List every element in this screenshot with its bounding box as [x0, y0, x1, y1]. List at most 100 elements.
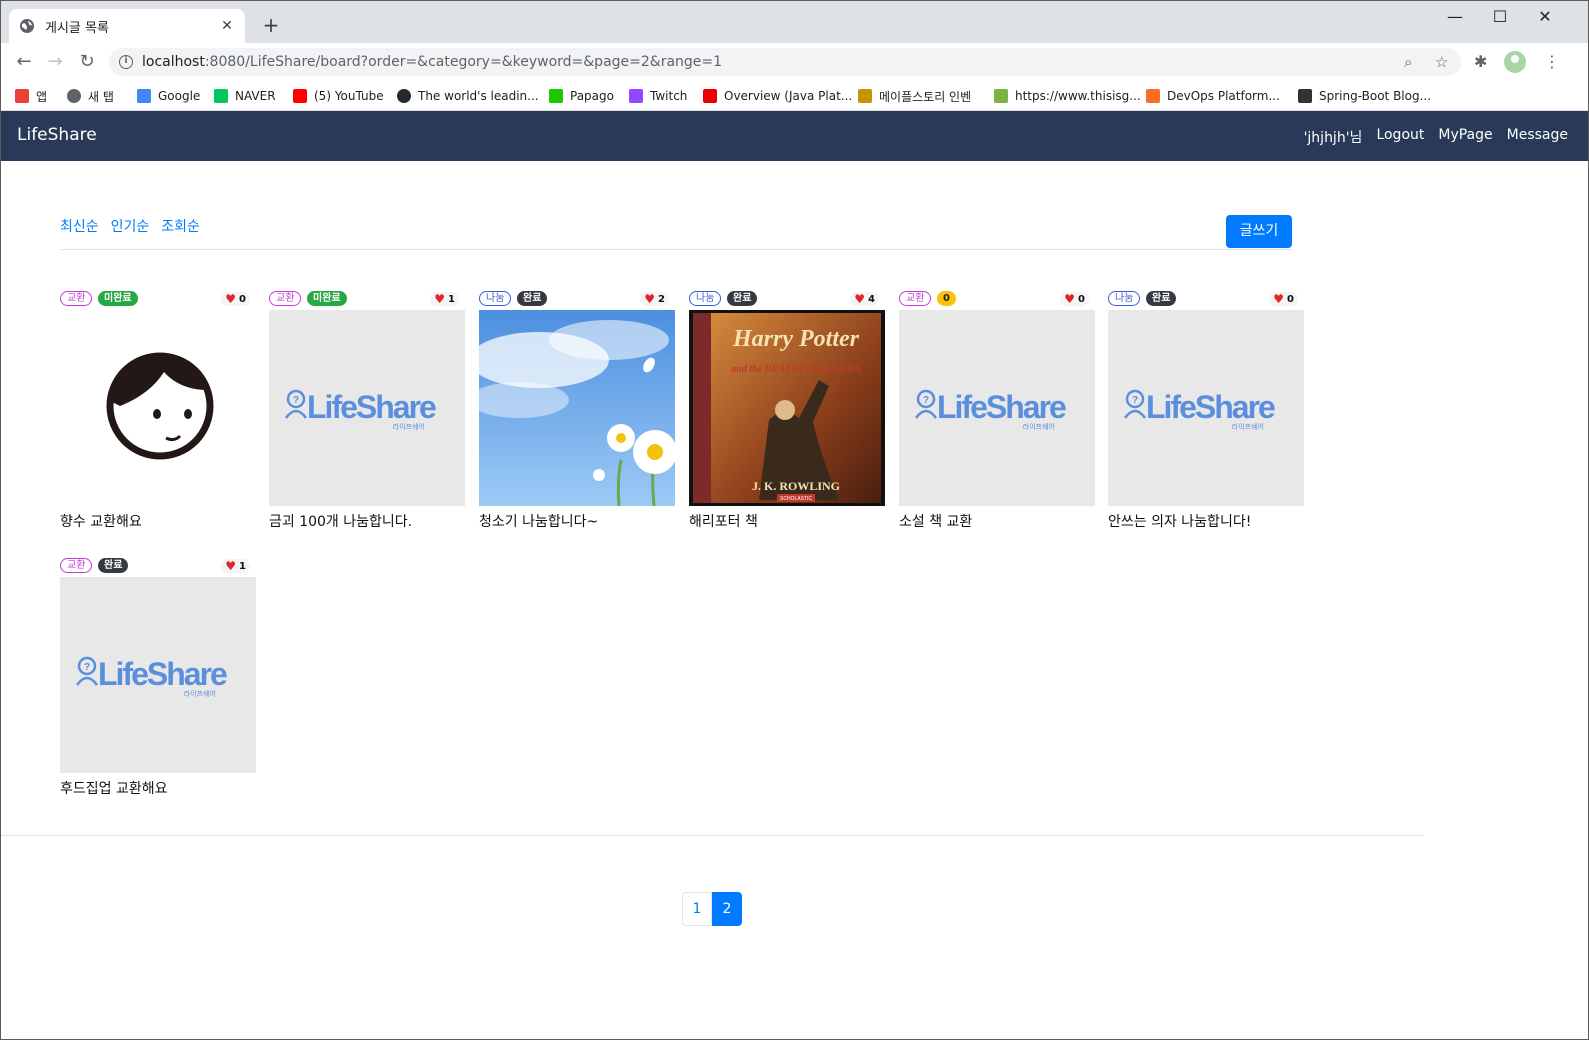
github-icon — [397, 89, 411, 103]
like-count-value: 0 — [239, 293, 246, 305]
new-tab-icon[interactable]: + — [259, 13, 283, 37]
post-title[interactable]: 청소기 나눔합니다~ — [479, 511, 675, 531]
svg-text:?: ? — [923, 395, 929, 406]
bookmark-item[interactable]: Overview (Java Plat... — [703, 85, 852, 107]
youtube-icon — [293, 89, 307, 103]
post-title[interactable]: 해리포터 책 — [689, 511, 885, 531]
bookmark-item[interactable]: Papago — [549, 85, 614, 107]
zoom-icon[interactable]: ⌕ — [1404, 53, 1412, 71]
close-window-icon[interactable]: ✕ — [1530, 7, 1560, 26]
post-card[interactable]: 교환 미완료 ♥ 1 ? LifeShare 라이프쉐어 금괴 100개 나눔합니… — [269, 290, 465, 531]
post-thumbnail[interactable]: ? LifeShare 라이프쉐어 — [60, 577, 256, 773]
like-count: ♥ 0 — [1269, 292, 1298, 306]
post-title[interactable]: 향수 교환해요 — [60, 511, 256, 531]
like-count-value: 4 — [868, 293, 875, 305]
post-title[interactable]: 후드집업 교환해요 — [60, 778, 256, 798]
close-tab-icon[interactable]: ✕ — [219, 18, 235, 34]
sort-latest-link[interactable]: 최신순 — [60, 216, 99, 236]
lifeshare-logo-icon: ? LifeShare 라이프쉐어 — [76, 656, 229, 698]
status-badge: 0 — [937, 291, 956, 306]
browser-toolbar: ← → ↻ i localhost:8080/LifeShare/board?o… — [1, 43, 1588, 81]
page-link-1[interactable]: 1 — [682, 892, 712, 926]
svg-text:SCHOLASTIC: SCHOLASTIC — [780, 496, 812, 502]
bookmark-label: Overview (Java Plat... — [724, 89, 853, 103]
bookmark-item[interactable]: DevOps Platform... — [1146, 85, 1280, 107]
post-thumbnail[interactable]: ? LifeShare 라이프쉐어 — [269, 310, 465, 506]
bookmark-item[interactable]: 메이플스토리 인벤 — [858, 85, 971, 107]
bookmark-item[interactable]: Twitch — [629, 85, 687, 107]
bookmark-item[interactable]: Google — [137, 85, 200, 107]
sky-flowers-image — [479, 310, 675, 506]
sort-views-link[interactable]: 조회순 — [161, 216, 200, 236]
mypage-link[interactable]: MyPage — [1438, 127, 1492, 147]
site-navbar: LifeShare 'jhjhjh'님 Logout MyPage Messag… — [1, 111, 1588, 161]
post-thumbnail[interactable]: Harry Potter and the DEATHLY HALLOWS J. … — [689, 310, 885, 506]
profile-avatar-icon[interactable] — [1504, 51, 1526, 73]
sort-popular-link[interactable]: 인기순 — [111, 216, 150, 236]
brand-link[interactable]: LifeShare — [17, 125, 97, 145]
bookmark-label: 앱 — [36, 89, 48, 104]
post-card-header: 교환 0 ♥ 0 — [899, 290, 1095, 310]
write-post-button[interactable]: 글쓰기 — [1226, 215, 1292, 248]
post-thumbnail[interactable] — [479, 310, 675, 506]
site-info-icon[interactable]: i — [119, 55, 133, 69]
bookmark-label: Spring-Boot Blog... — [1319, 89, 1432, 103]
menu-kebab-icon[interactable]: ⋮ — [1544, 52, 1560, 71]
bookmark-item[interactable]: (5) YouTube — [293, 85, 384, 107]
svg-text:LifeShare: LifeShare — [1146, 389, 1275, 425]
maximize-icon[interactable]: ☐ — [1485, 7, 1515, 26]
post-card[interactable]: 나눔 완료 ♥ 4 Harry Potter and the DEATHLY HA… — [689, 290, 885, 531]
post-card[interactable]: 나눔 완료 ♥ 0 ? LifeShare 라이프쉐어 안쓰는 의자 나눔합니다! — [1108, 290, 1304, 531]
svg-text:LifeShare: LifeShare — [937, 389, 1066, 425]
url-text[interactable]: localhost:8080/LifeShare/board?order=&ca… — [142, 54, 722, 70]
bookmark-item[interactable]: The world's leadin... — [397, 85, 539, 107]
twitch-icon — [629, 89, 643, 103]
heart-icon: ♥ — [225, 292, 237, 306]
bookmark-item[interactable]: 앱 — [15, 85, 47, 107]
bookmark-item[interactable]: NAVER — [214, 85, 276, 107]
svg-text:LifeShare: LifeShare — [307, 389, 436, 425]
bookmark-item[interactable]: https://www.thisisg... — [994, 85, 1141, 107]
bookmark-star-icon[interactable]: ☆ — [1435, 53, 1448, 71]
svg-text:and the DEATHLY HALLOWS: and the DEATHLY HALLOWS — [731, 364, 861, 375]
post-thumbnail[interactable]: ? LifeShare 라이프쉐어 — [899, 310, 1095, 506]
post-card[interactable]: 나눔 완료 ♥ 2 청소기 나눔합니다~ — [479, 290, 675, 531]
back-icon[interactable]: ← — [13, 51, 35, 73]
dots-icon — [1298, 89, 1312, 103]
browser-tabstrip: 게시글 목록 ✕ + — ☐ ✕ — [1, 1, 1588, 43]
page-link-2[interactable]: 2 — [712, 892, 742, 926]
post-card[interactable]: 교환 완료 ♥ 1 ? LifeShare 라이프쉐어 후드집업 교환해요 — [60, 557, 256, 798]
bookmark-item[interactable]: 새 탭 — [67, 85, 114, 107]
inven-icon — [858, 89, 872, 103]
category-badge: 교환 — [60, 291, 93, 306]
like-count: ♥ 4 — [850, 292, 879, 306]
extensions-icon[interactable]: ✱ — [1474, 52, 1487, 71]
logout-link[interactable]: Logout — [1376, 127, 1424, 147]
status-badge: 완료 — [1146, 291, 1177, 306]
reload-icon[interactable]: ↻ — [76, 51, 98, 73]
post-card[interactable]: 교환 미완료 ♥ 0 향수 교환해요 — [60, 290, 256, 531]
svg-text:Harry Potter: Harry Potter — [732, 326, 860, 352]
post-title[interactable]: 소설 책 교환 — [899, 511, 1095, 531]
post-title[interactable]: 안쓰는 의자 나눔합니다! — [1108, 511, 1304, 531]
message-link[interactable]: Message — [1507, 127, 1568, 147]
lifeshare-logo-icon: ? LifeShare 라이프쉐어 — [915, 389, 1068, 431]
globe-icon — [20, 19, 34, 33]
browser-tab[interactable]: 게시글 목록 ✕ — [9, 9, 245, 43]
svg-text:라이프쉐어: 라이프쉐어 — [184, 689, 216, 698]
harry-potter-book-cover: Harry Potter and the DEATHLY HALLOWS J. … — [689, 310, 885, 506]
post-title[interactable]: 금괴 100개 나눔합니다. — [269, 511, 465, 531]
post-thumbnail[interactable] — [60, 310, 256, 506]
category-badge: 나눔 — [479, 291, 512, 306]
category-badge: 나눔 — [1108, 291, 1141, 306]
forward-icon[interactable]: → — [44, 51, 66, 73]
divider — [60, 249, 1292, 250]
bookmark-item[interactable]: Spring-Boot Blog... — [1298, 85, 1431, 107]
post-thumbnail[interactable]: ? LifeShare 라이프쉐어 — [1108, 310, 1304, 506]
address-bar[interactable]: i localhost:8080/LifeShare/board?order=&… — [109, 48, 1461, 76]
pagination: 1 2 — [682, 892, 742, 926]
status-badge: 미완료 — [98, 291, 138, 306]
lifeshare-logo-icon: ? LifeShare 라이프쉐어 — [1124, 389, 1277, 431]
post-card[interactable]: 교환 0 ♥ 0 ? LifeShare 라이프쉐어 소설 책 교환 — [899, 290, 1095, 531]
minimize-icon[interactable]: — — [1440, 7, 1470, 26]
